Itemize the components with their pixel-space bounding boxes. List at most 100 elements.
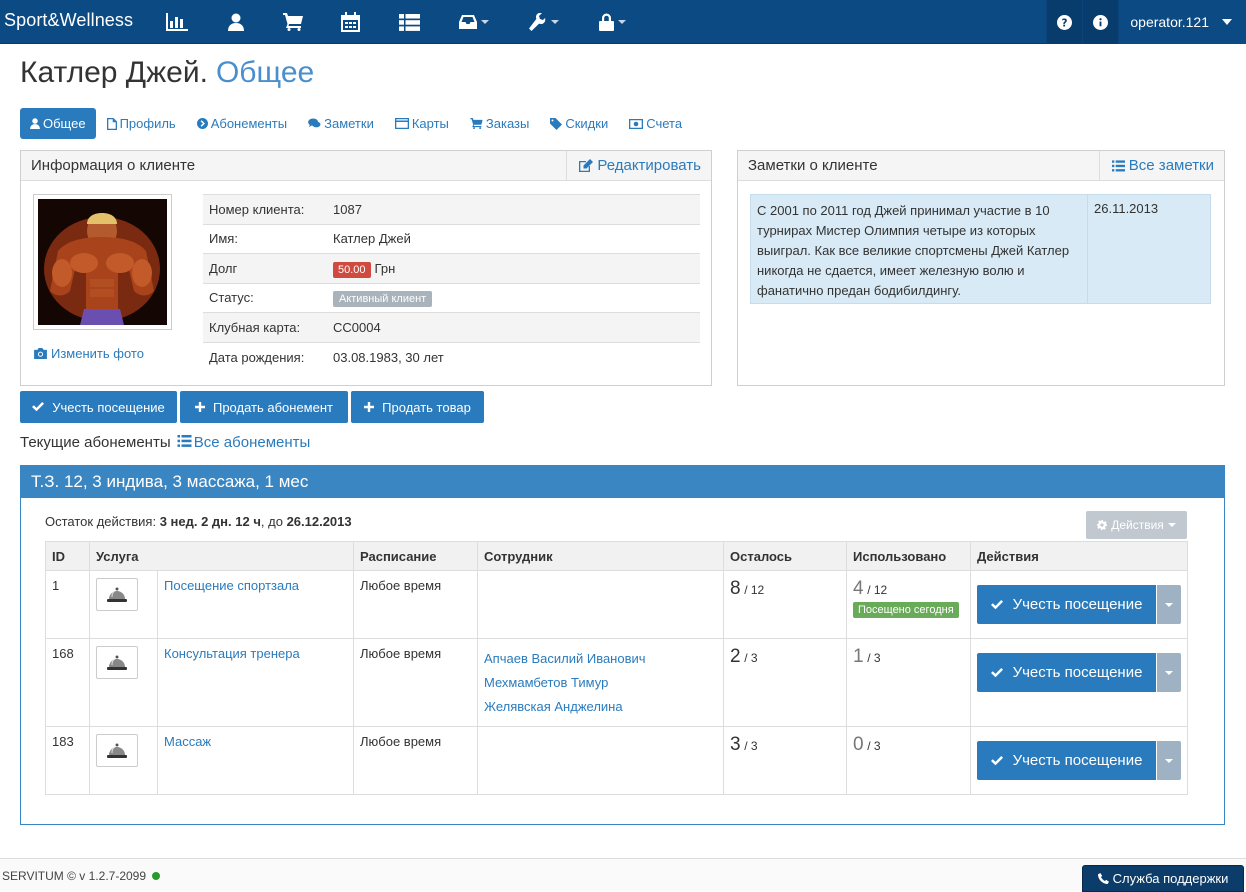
info-row-club-card: Клубная карта: CC0004 xyxy=(203,312,700,342)
row-id: 183 xyxy=(45,726,90,795)
staff-link[interactable]: Апчаев Василий Иванович xyxy=(484,647,717,671)
row-visit-dropdown[interactable] xyxy=(1157,741,1181,780)
cart-icon xyxy=(470,118,483,129)
status-badge: Активный клиент xyxy=(333,291,433,308)
info-value: CC0004 xyxy=(327,312,700,342)
info-value: Катлер Джей xyxy=(327,223,700,254)
services-table: ID Услуга Расписание Сотрудник Осталось … xyxy=(45,541,1188,795)
row-visit-button[interactable]: Учесть посещение xyxy=(977,741,1156,780)
subscription-panel: Т.З. 12, 3 индива, 3 массажа, 1 мес Оста… xyxy=(20,465,1225,825)
check-icon xyxy=(990,755,1003,765)
edit-client-link[interactable]: Редактировать xyxy=(566,150,701,181)
username: operator.121 xyxy=(1130,14,1209,30)
brand-logo[interactable]: Sport&Wellness xyxy=(4,10,133,31)
user-menu[interactable]: operator.121 xyxy=(1118,0,1246,44)
file-icon xyxy=(106,117,117,130)
row-used: 4 / 12 Посещено сегодня xyxy=(846,570,971,639)
service-thumbnail xyxy=(96,734,138,767)
row-staff xyxy=(477,570,724,639)
row-visit-dropdown[interactable] xyxy=(1157,653,1181,692)
list-icon xyxy=(177,435,192,447)
row-schedule: Любое время xyxy=(353,638,478,727)
row-visit-button[interactable]: Учесть посещение xyxy=(977,585,1156,624)
actions-dropdown[interactable]: Действия xyxy=(1086,511,1187,539)
row-left: 3 / 3 xyxy=(723,726,847,795)
help-icon[interactable]: ? xyxy=(1046,0,1083,44)
list-icon[interactable] xyxy=(389,0,429,44)
cart-icon[interactable] xyxy=(273,0,313,44)
tab-orders[interactable]: Заказы xyxy=(460,108,539,139)
check-icon xyxy=(32,402,45,412)
check-icon xyxy=(990,667,1003,677)
note-item[interactable]: С 2001 по 2011 год Джей принимал участие… xyxy=(750,194,1211,304)
camera-icon xyxy=(34,348,47,359)
plus-icon xyxy=(364,402,375,412)
sell-product-button[interactable]: Продать товар xyxy=(351,391,484,423)
support-button[interactable]: Служба поддержки xyxy=(1082,865,1244,892)
bell-icon xyxy=(107,743,127,758)
staff-link[interactable]: Мехмамбетов Тимур xyxy=(484,671,717,695)
service-thumbnail xyxy=(96,646,138,679)
debt-badge: 50.00 xyxy=(333,261,371,278)
service-thumbnail xyxy=(96,578,138,611)
tab-discounts[interactable]: Скидки xyxy=(540,108,618,139)
col-id: ID xyxy=(45,541,90,571)
bar-chart-icon[interactable] xyxy=(157,0,197,44)
row-staff xyxy=(477,726,724,795)
row-used: 0 / 3 xyxy=(846,726,971,795)
tab-profile[interactable]: Профиль xyxy=(97,108,186,139)
row-staff: Апчаев Василий Иванович Мехмамбетов Тиму… xyxy=(477,638,724,727)
info-row-birthdate: Дата рождения: 03.08.1983, 30 лет xyxy=(203,341,700,372)
tab-subscriptions[interactable]: Абонементы xyxy=(187,108,297,139)
change-photo-link[interactable]: Изменить фото xyxy=(34,346,144,361)
edit-icon xyxy=(579,159,594,172)
user-icon[interactable] xyxy=(216,0,256,44)
info-icon[interactable] xyxy=(1082,0,1119,44)
all-notes-link[interactable]: Все заметки xyxy=(1098,150,1214,181)
chevron-down-icon xyxy=(1165,670,1173,675)
top-navbar: Sport&Wellness ? operator.121 xyxy=(0,0,1246,44)
row-visit-button[interactable]: Учесть посещение xyxy=(977,653,1156,692)
table-header: ID Услуга Расписание Сотрудник Осталось … xyxy=(45,541,1188,571)
col-staff: Сотрудник xyxy=(477,541,724,571)
table-row: 1 Посещение спортзала Любое время 8 / 12… xyxy=(45,570,1188,639)
tag-icon xyxy=(550,117,563,130)
row-used: 1 / 3 xyxy=(846,638,971,727)
tab-cards[interactable]: Карты xyxy=(385,108,459,139)
chevron-down-icon xyxy=(1165,602,1173,607)
service-link[interactable]: Массаж xyxy=(164,734,211,749)
col-left: Осталось xyxy=(723,541,847,571)
footer: SERVITUM © v 1.2.7-2099 Служба поддержки xyxy=(0,858,1246,892)
wrench-icon[interactable] xyxy=(522,0,566,44)
info-row-name: Имя: Катлер Джей xyxy=(203,223,700,254)
row-schedule: Любое время xyxy=(353,726,478,795)
currency: Грн xyxy=(374,260,396,276)
col-service: Услуга xyxy=(89,541,354,571)
record-visit-button[interactable]: Учесть посещение xyxy=(20,391,177,423)
staff-link[interactable]: Желявская Анджелина xyxy=(484,695,717,719)
inbox-icon[interactable] xyxy=(452,0,496,44)
client-name-title: Катлер Джей. xyxy=(20,56,208,89)
lock-icon[interactable] xyxy=(590,0,634,44)
tab-invoices[interactable]: Счета xyxy=(619,108,692,139)
client-notes-panel: Заметки о клиенте Все заметки С 2001 по … xyxy=(737,150,1225,386)
tab-notes[interactable]: Заметки xyxy=(298,108,384,139)
credit-card-icon xyxy=(394,118,409,129)
all-subscriptions-link[interactable]: Все абонементы xyxy=(175,434,310,451)
client-tabs: Общее Профиль Абонементы Заметки Карты З… xyxy=(20,108,693,139)
current-subscriptions-heading: Текущие абонементы Все абонементы xyxy=(20,434,311,451)
tab-general[interactable]: Общее xyxy=(20,108,96,139)
info-row-status: Статус: Активный клиент xyxy=(203,282,700,313)
row-visit-dropdown[interactable] xyxy=(1157,585,1181,624)
subscription-title: Т.З. 12, 3 индива, 3 массажа, 1 мес xyxy=(21,466,1224,498)
client-photo xyxy=(33,194,172,330)
sell-subscription-button[interactable]: Продать абонемент xyxy=(180,391,348,423)
info-key: Статус: xyxy=(203,282,327,313)
service-link[interactable]: Посещение спортзала xyxy=(164,578,299,593)
plus-icon xyxy=(194,402,205,412)
service-link[interactable]: Консультация тренера xyxy=(164,646,300,661)
page-subtitle: Общее xyxy=(215,56,315,89)
bell-icon xyxy=(107,587,127,602)
calendar-icon[interactable] xyxy=(330,0,370,44)
note-date: 26.11.2013 xyxy=(1094,201,1159,216)
